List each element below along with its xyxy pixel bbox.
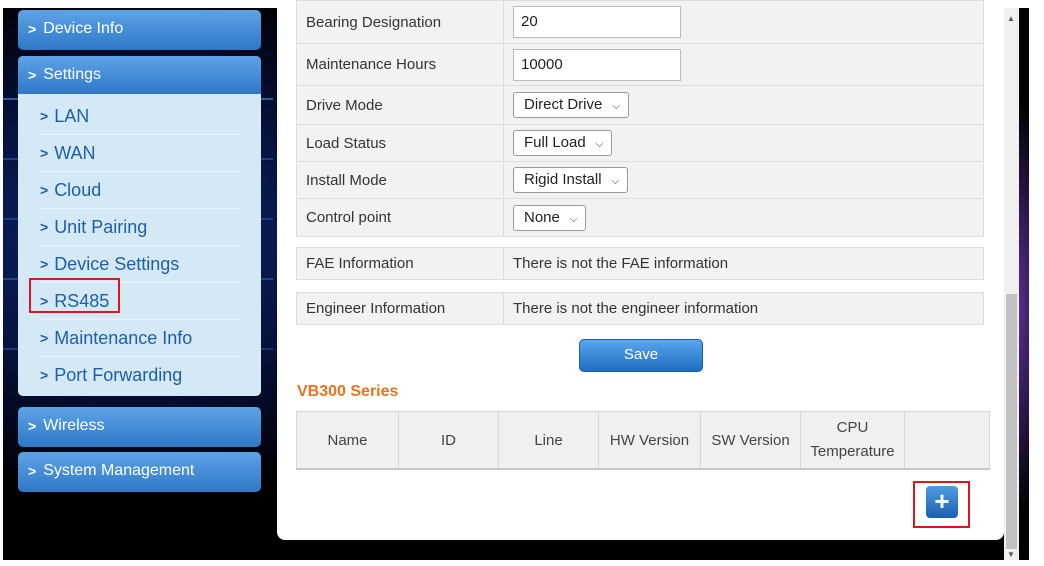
sidebar-item-unit-pairing[interactable]: > Unit Pairing [40,209,241,246]
chevron-right-icon: > [28,21,37,37]
scroll-up-icon[interactable]: ▲ [1007,14,1015,23]
nav-system-management[interactable]: > System Management [18,452,261,492]
nav-settings[interactable]: > Settings [18,56,261,94]
chevron-right-icon: > [28,67,37,83]
install-mode-label: Install Mode [296,161,504,199]
load-status-label: Load Status [296,124,504,162]
save-button[interactable]: Save [579,339,703,372]
sidebar-item-label: Cloud [54,180,102,200]
bearing-designation-input[interactable]: 20 [513,6,681,38]
nav-settings-group: > Settings > LAN > WAN > Cloud > Unit Pairing… [18,56,261,396]
series-table-header: Name ID Line HW Version SW Version CPU T… [296,411,990,470]
engineer-info-value: There is not the engineer information [503,292,984,325]
nav-system-management-label: System Management [43,462,195,479]
rs485-highlight [29,278,120,313]
sidebar-item-maintenance-info[interactable]: > Maintenance Info [40,320,241,357]
sidebar-item-cloud[interactable]: > Cloud [40,172,241,209]
install-mode-value: Rigid Install [524,171,602,188]
maintenance-hours-label: Maintenance Hours [296,43,504,86]
engineer-info-label: Engineer Information [296,292,504,325]
chevron-right-icon: > [28,463,37,479]
form-row-bearing-designation: Bearing Designation 20 [296,0,984,44]
load-status-select[interactable]: Full Load ⌵ [513,130,613,156]
col-cpu-temperature: CPU Temperature [800,411,905,470]
sidebar-item-wan[interactable]: > WAN [40,135,241,172]
chevron-right-icon: > [40,108,49,124]
nav-wireless[interactable]: > Wireless [18,407,261,447]
nav-settings-label: Settings [43,66,101,83]
form-row-load-status: Load Status Full Load ⌵ [296,124,984,162]
chevron-right-icon: > [40,145,49,161]
fae-info-label: FAE Information [296,247,504,280]
engineer-info-table: Engineer Information There is not the en… [296,292,984,325]
nav-device-info[interactable]: > Device Info [18,10,261,50]
sidebar-item-lan[interactable]: > LAN [40,98,241,135]
control-point-cell: None ⌵ [503,198,984,237]
install-mode-cell: Rigid Install ⌵ [503,161,984,199]
form-row-drive-mode: Drive Mode Direct Drive ⌵ [296,85,984,125]
col-sw-version: SW Version [700,411,801,470]
sidebar-item-label: Unit Pairing [54,217,148,237]
drive-mode-value: Direct Drive [524,96,603,113]
scrollbar-thumb[interactable] [1006,294,1017,549]
nav-wireless-label: Wireless [43,417,105,434]
chevron-right-icon: > [28,418,37,434]
scrollbar[interactable]: ▲ ▼ [1004,8,1019,560]
sidebar-item-label: Device Settings [54,254,180,274]
add-button-highlight [913,481,970,528]
sidebar-item-label: Port Forwarding [54,365,183,385]
series-table: Name ID Line HW Version SW Version CPU T… [296,411,990,470]
chevron-down-icon: ⌵ [612,101,620,112]
fae-info-value: There is not the FAE information [503,247,984,280]
install-mode-select[interactable]: Rigid Install ⌵ [513,167,629,193]
chevron-down-icon: ⌵ [611,176,620,187]
chevron-right-icon: > [40,367,49,383]
control-point-select[interactable]: None ⌵ [513,204,587,231]
bearing-designation-cell: 20 [503,0,984,44]
scroll-down-icon[interactable]: ▼ [1007,550,1015,559]
fae-info-table: FAE Information There is not the FAE inf… [296,247,984,280]
form-row-install-mode: Install Mode Rigid Install ⌵ [296,161,984,199]
drive-mode-cell: Direct Drive ⌵ [503,85,984,125]
form-row-maintenance-hours: Maintenance Hours 10000 [296,43,984,86]
chevron-right-icon: > [40,330,49,346]
load-status-cell: Full Load ⌵ [503,124,984,162]
chevron-down-icon: ⌵ [569,213,578,225]
maintenance-hours-input[interactable]: 10000 [513,48,681,81]
sidebar-item-port-forwarding[interactable]: > Port Forwarding [40,357,241,393]
chevron-right-icon: > [40,256,49,272]
col-actions [904,411,990,470]
bearing-settings-table: Bearing Designation 20 Maintenance Hours… [296,0,984,237]
sidebar-item-label: Maintenance Info [54,328,193,348]
drive-mode-label: Drive Mode [296,85,504,125]
chevron-right-icon: > [40,182,49,198]
col-id: ID [398,411,499,470]
drive-mode-select[interactable]: Direct Drive ⌵ [513,92,629,118]
nav-device-info-label: Device Info [43,20,124,37]
sidebar-item-label: LAN [54,106,90,126]
series-title: VB300 Series [297,383,399,400]
load-status-value: Full Load [524,134,586,151]
bearing-designation-label: Bearing Designation [296,0,504,44]
control-point-value: None [524,208,560,226]
form-row-control-point: Control point None ⌵ [296,198,984,237]
col-hw-version: HW Version [598,411,701,470]
col-name: Name [296,411,399,470]
chevron-right-icon: > [40,219,49,235]
col-line: Line [498,411,599,470]
control-point-label: Control point [296,198,504,237]
chevron-down-icon: ⌵ [595,139,604,150]
maintenance-hours-cell: 10000 [503,43,984,86]
sidebar-item-label: WAN [54,143,96,163]
